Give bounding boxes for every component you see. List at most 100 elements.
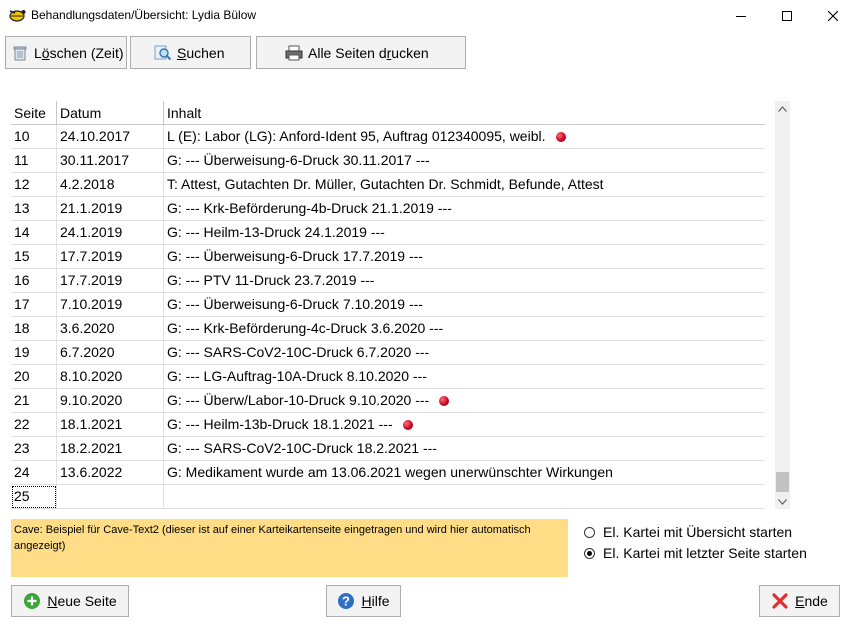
radio-start-overview[interactable]: El. Kartei mit Übersicht starten <box>584 524 792 540</box>
cell-seite[interactable]: 21 <box>11 389 57 413</box>
print-all-pages-button[interactable]: Alle Seiten drucken <box>256 36 466 69</box>
new-page-label: Neue Seite <box>47 593 117 609</box>
cell-datum[interactable] <box>57 485 164 509</box>
table-row[interactable]: 22 18.1.2021 G: --- Heilm-13b-Druck 18.1.2… <box>11 413 765 437</box>
table-row[interactable]: 16 17.7.2019 G: --- PTV 11-Druck 23.7.2019… <box>11 269 765 293</box>
cell-seite[interactable]: 11 <box>11 149 57 173</box>
cell-inhalt[interactable]: G: --- Überweisung-6-Druck 30.11.2017 --… <box>164 149 765 173</box>
table-row[interactable]: 19 6.7.2020 G: --- SARS-CoV2-10C-Druck 6.7… <box>11 341 765 365</box>
cell-datum[interactable]: 17.7.2019 <box>57 269 164 293</box>
help-button[interactable]: ? Hilfe <box>326 585 401 617</box>
radio-button-icon[interactable] <box>584 526 595 538</box>
cell-datum[interactable]: 30.11.2017 <box>57 149 164 173</box>
search-label: Suchen <box>177 44 225 61</box>
cell-inhalt[interactable] <box>164 485 765 509</box>
cell-seite[interactable]: 12 <box>11 173 57 197</box>
table-row[interactable]: 12 4.2.2018 T: Attest, Gutachten Dr. Mülle… <box>11 173 765 197</box>
cell-inhalt[interactable]: G: --- LG-Auftrag-10A-Druck 8.10.2020 --… <box>164 365 765 389</box>
cell-inhalt-text: L (E): Labor (LG): Anford-Ident 95, Auft… <box>167 128 546 144</box>
cell-seite[interactable]: 16 <box>11 269 57 293</box>
new-page-button[interactable]: Neue Seite <box>11 585 129 617</box>
table-row[interactable]: 17 7.10.2019 G: --- Überweisung-6-Druck 7.… <box>11 293 765 317</box>
table-scrollbar[interactable] <box>775 101 790 509</box>
cell-inhalt-text: G: --- Überweisung-6-Druck 17.7.2019 --- <box>167 248 423 264</box>
cell-datum[interactable]: 13.6.2022 <box>57 461 164 485</box>
cell-inhalt[interactable]: G: --- Heilm-13-Druck 24.1.2019 --- <box>164 221 765 245</box>
tortoise-icon <box>8 7 26 23</box>
cell-datum[interactable]: 18.2.2021 <box>57 437 164 461</box>
scroll-thumb[interactable] <box>776 472 789 492</box>
maximize-button[interactable] <box>764 0 810 31</box>
radio-start-last-page[interactable]: El. Kartei mit letzter Seite starten <box>584 545 807 561</box>
cell-datum[interactable]: 9.10.2020 <box>57 389 164 413</box>
cell-datum[interactable]: 4.2.2018 <box>57 173 164 197</box>
cell-seite[interactable]: 19 <box>11 341 57 365</box>
cell-datum[interactable]: 17.7.2019 <box>57 245 164 269</box>
table-row[interactable]: 13 21.1.2019 G: --- Krk-Beförderung-4b-Dru… <box>11 197 765 221</box>
table-row[interactable]: 15 17.7.2019 G: --- Überweisung-6-Druck 17… <box>11 245 765 269</box>
table-row[interactable]: 25 <box>11 485 765 509</box>
cell-seite[interactable]: 15 <box>11 245 57 269</box>
close-window-button[interactable] <box>810 0 856 31</box>
cell-datum[interactable]: 7.10.2019 <box>57 293 164 317</box>
cell-seite[interactable]: 25 <box>11 485 57 509</box>
cell-seite[interactable]: 13 <box>11 197 57 221</box>
radio-button-icon[interactable] <box>584 547 595 559</box>
cell-inhalt[interactable]: G: --- SARS-CoV2-10C-Druck 18.2.2021 --- <box>164 437 765 461</box>
cell-seite[interactable]: 23 <box>11 437 57 461</box>
cell-datum[interactable]: 21.1.2019 <box>57 197 164 221</box>
cell-inhalt[interactable]: G: Medikament wurde am 13.06.2021 wegen … <box>164 461 765 485</box>
cell-datum[interactable]: 6.7.2020 <box>57 341 164 365</box>
cell-seite[interactable]: 17 <box>11 293 57 317</box>
cell-datum[interactable]: 18.1.2021 <box>57 413 164 437</box>
table-row[interactable]: 14 24.1.2019 G: --- Heilm-13-Druck 24.1.20… <box>11 221 765 245</box>
cell-inhalt-text: G: --- Krk-Beförderung-4c-Druck 3.6.2020… <box>167 320 444 336</box>
cell-inhalt[interactable]: G: --- Krk-Beförderung-4c-Druck 3.6.2020… <box>164 317 765 341</box>
radio-start-overview-label[interactable]: El. Kartei mit Übersicht starten <box>603 524 792 540</box>
radio-start-last-page-label[interactable]: El. Kartei mit letzter Seite starten <box>603 545 807 561</box>
cell-seite[interactable]: 20 <box>11 365 57 389</box>
column-header-inhalt[interactable]: Inhalt <box>164 101 765 125</box>
title-bar: Behandlungsdaten/Übersicht: Lydia Bülow <box>0 0 856 31</box>
cell-inhalt[interactable]: G: --- Krk-Beförderung-4b-Druck 21.1.201… <box>164 197 765 221</box>
cell-seite[interactable]: 18 <box>11 317 57 341</box>
end-button[interactable]: Ende <box>759 585 840 617</box>
table-row[interactable]: 21 9.10.2020 G: --- Überw/Labor-10-Druck 9… <box>11 389 765 413</box>
cell-datum[interactable]: 8.10.2020 <box>57 365 164 389</box>
table-row[interactable]: 18 3.6.2020 G: --- Krk-Beförderung-4c-Druc… <box>11 317 765 341</box>
table-row[interactable]: 10 24.10.2017 L (E): Labor (LG): Anford-Id… <box>11 125 765 149</box>
trash-icon <box>11 44 29 62</box>
cell-datum[interactable]: 24.1.2019 <box>57 221 164 245</box>
minimize-button[interactable] <box>718 0 764 31</box>
plus-circle-icon <box>23 592 41 610</box>
cell-inhalt[interactable]: L (E): Labor (LG): Anford-Ident 95, Auft… <box>164 125 765 149</box>
search-button[interactable]: Suchen <box>130 36 251 69</box>
cell-inhalt[interactable]: T: Attest, Gutachten Dr. Müller, Gutacht… <box>164 173 765 197</box>
window-title: Behandlungsdaten/Übersicht: Lydia Bülow <box>31 8 257 22</box>
scroll-down-arrow-icon[interactable] <box>775 494 790 509</box>
cell-datum[interactable]: 3.6.2020 <box>57 317 164 341</box>
table-row[interactable]: 20 8.10.2020 G: --- LG-Auftrag-10A-Druck 8… <box>11 365 765 389</box>
cell-seite[interactable]: 10 <box>11 125 57 149</box>
table-row[interactable]: 23 18.2.2021 G: --- SARS-CoV2-10C-Druck 18… <box>11 437 765 461</box>
table-row[interactable]: 11 30.11.2017 G: --- Überweisung-6-Druck 3… <box>11 149 765 173</box>
cell-inhalt[interactable]: G: --- SARS-CoV2-10C-Druck 6.7.2020 --- <box>164 341 765 365</box>
cell-inhalt[interactable]: G: --- Heilm-13b-Druck 18.1.2021 --- <box>164 413 765 437</box>
cell-inhalt[interactable]: G: --- Überw/Labor-10-Druck 9.10.2020 --… <box>164 389 765 413</box>
cell-inhalt-text: G: --- SARS-CoV2-10C-Druck 18.2.2021 --- <box>167 440 437 456</box>
cell-inhalt-text: G: --- PTV 11-Druck 23.7.2019 --- <box>167 272 375 288</box>
cell-inhalt[interactable]: G: --- Überweisung-6-Druck 17.7.2019 --- <box>164 245 765 269</box>
delete-time-label: Löschen (Zeit) <box>34 44 124 61</box>
cell-datum[interactable]: 24.10.2017 <box>57 125 164 149</box>
delete-time-button[interactable]: Löschen (Zeit) <box>5 36 127 69</box>
table-row[interactable]: 24 13.6.2022 G: Medikament wurde am 13.06.… <box>11 461 765 485</box>
cell-inhalt-text: G: --- Heilm-13-Druck 24.1.2019 --- <box>167 224 385 240</box>
cell-seite[interactable]: 22 <box>11 413 57 437</box>
column-header-seite[interactable]: Seite <box>11 101 57 125</box>
cell-seite[interactable]: 14 <box>11 221 57 245</box>
cell-seite[interactable]: 24 <box>11 461 57 485</box>
cell-inhalt[interactable]: G: --- PTV 11-Druck 23.7.2019 --- <box>164 269 765 293</box>
column-header-datum[interactable]: Datum <box>57 101 164 125</box>
cell-inhalt[interactable]: G: --- Überweisung-6-Druck 7.10.2019 --- <box>164 293 765 317</box>
scroll-up-arrow-icon[interactable] <box>775 101 790 116</box>
